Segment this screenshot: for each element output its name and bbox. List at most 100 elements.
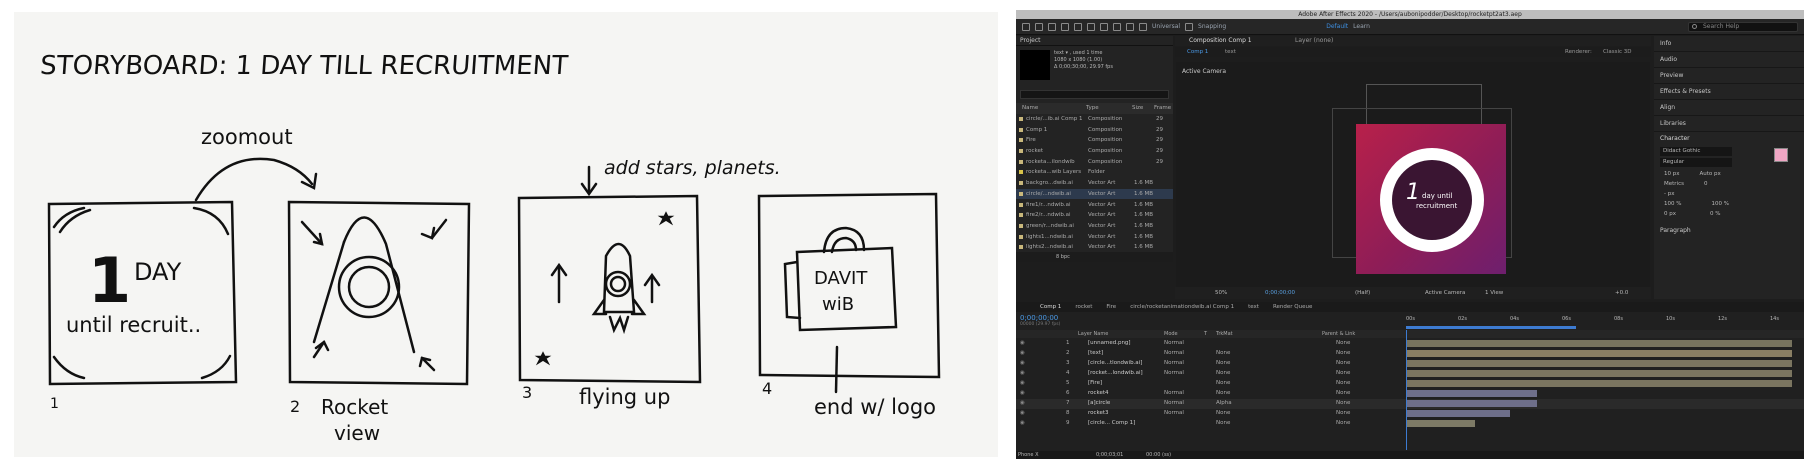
layer-parent[interactable]: None [1336,389,1350,399]
layer-mode[interactable]: Normal [1164,349,1184,359]
visibility-eye-icon[interactable]: ◉ [1020,369,1025,379]
search-help-field[interactable]: Search Help [1688,21,1798,32]
layer-row[interactable]: ◉ 1 [unnamed.png] Normal None [1016,339,1804,349]
layer-parent[interactable]: None [1336,379,1350,389]
layer-duration-bar[interactable] [1406,340,1792,347]
layer-duration-bar[interactable] [1406,380,1792,387]
visibility-eye-icon[interactable]: ◉ [1020,349,1025,359]
project-item[interactable]: fire2/r...ndwib.ai Vector Art 1.6 MB [1016,210,1173,221]
tsume-value[interactable]: 0 % [1710,211,1720,217]
layer-trkmat[interactable]: None [1216,349,1230,359]
tracking-value[interactable]: 0 [1704,181,1708,187]
layer-name[interactable]: rocket3 [1088,409,1109,419]
col-mode[interactable]: Mode [1164,330,1178,338]
right-panel-align[interactable]: Align [1654,100,1804,116]
visibility-eye-icon[interactable]: ◉ [1020,339,1025,349]
layer-parent[interactable]: None [1336,419,1350,429]
layer-trkmat[interactable]: None [1216,379,1230,389]
project-item[interactable]: backgro...dwib.ai Vector Art 1.6 MB [1016,178,1173,189]
layer-name[interactable]: [rocket...londwib.ai] [1088,369,1143,379]
snapping-checkbox[interactable] [1185,22,1194,31]
pen-tool-icon[interactable] [1100,22,1108,31]
work-area-bar[interactable] [1406,326,1576,329]
viewer-quality[interactable]: (Half) [1355,287,1370,299]
vscale-value[interactable]: 100 % [1664,201,1681,207]
layer-parent[interactable]: None [1336,349,1350,359]
layer-trkmat[interactable]: None [1216,419,1230,429]
timeline-timecode[interactable]: 0;00;00;00 [1020,314,1058,322]
viewer-zoom[interactable]: 50% [1215,287,1227,299]
layer-trkmat[interactable]: None [1216,359,1230,369]
playhead[interactable] [1406,330,1407,450]
project-item[interactable]: rocket Composition 29 [1016,146,1173,157]
brush-tool-icon[interactable] [1126,22,1134,31]
layer-parent[interactable]: None [1336,399,1350,409]
layer-name[interactable]: [unnamed.png] [1088,339,1131,349]
col-parent[interactable]: Parent & Link [1322,330,1355,338]
project-item[interactable]: rocketa...wib Layers Folder [1016,167,1173,178]
layer-name[interactable]: [a]circle [1088,399,1110,409]
workspace-learn[interactable]: Learn [1353,23,1370,30]
layer-row[interactable]: ◉ 5 [Fire] None None [1016,379,1804,389]
orbit-tool-icon[interactable] [1074,22,1082,31]
visibility-eye-icon[interactable]: ◉ [1020,389,1025,399]
layer-duration-bar[interactable] [1406,360,1792,367]
layer-duration-bar[interactable] [1406,420,1476,427]
bpc-label[interactable]: 8 bpc [1056,254,1070,260]
layer-name[interactable]: [circle... Comp 1] [1088,419,1135,429]
subtab-text[interactable]: text [1225,47,1236,57]
stroke-value[interactable]: - px [1654,189,1804,199]
selection-tool-icon[interactable] [1035,22,1043,31]
visibility-eye-icon[interactable]: ◉ [1020,359,1025,369]
layer-row[interactable]: ◉ 8 rocket3 Normal None None [1016,409,1804,419]
viewer-exposure[interactable]: +0.0 [1615,287,1628,299]
project-item[interactable]: circle/...ib.ai Comp 1 Composition 29 [1016,114,1173,125]
visibility-eye-icon[interactable]: ◉ [1020,379,1025,389]
universal-label[interactable]: Universal [1152,23,1180,30]
layer-trkmat[interactable]: Alpha [1216,399,1232,409]
renderer-value[interactable]: Classic 3D [1603,47,1632,57]
col-type[interactable]: Type [1086,105,1132,111]
layer-row[interactable]: ◉ 2 [text] Normal None None [1016,349,1804,359]
paragraph-header[interactable]: Paragraph [1654,219,1804,234]
composition-viewer[interactable]: Active Camera 1 day until recruitment [1176,62,1650,287]
layer-duration-bar[interactable] [1406,400,1538,407]
visibility-eye-icon[interactable]: ◉ [1020,399,1025,409]
font-style-select[interactable]: Regular [1660,158,1732,167]
layer-duration-bar[interactable] [1406,350,1792,357]
zoom-tool-icon[interactable] [1061,22,1069,31]
right-panel-audio[interactable]: Audio [1654,52,1804,68]
visibility-eye-icon[interactable]: ◉ [1020,419,1025,429]
layer-row[interactable]: ◉ 4 [rocket...londwib.ai] Normal None None [1016,369,1804,379]
layer-trkmat[interactable]: None [1216,389,1230,399]
layer-mode[interactable]: Normal [1164,359,1184,369]
layer-parent[interactable]: None [1336,369,1350,379]
layer-trkmat[interactable]: None [1216,409,1230,419]
timeline-tab[interactable]: rocket [1075,302,1092,312]
col-name[interactable]: Name [1016,105,1086,111]
project-search-input[interactable] [1020,90,1169,99]
right-panel-preview[interactable]: Preview [1654,68,1804,84]
right-panel-info[interactable]: Info [1654,36,1804,52]
project-item[interactable]: fire1/r...ndwib.ai Vector Art 1.6 MB [1016,199,1173,210]
viewer-camera[interactable]: Active Camera [1425,287,1465,299]
project-panel-header[interactable]: Project [1016,36,1173,46]
font-family-select[interactable]: Didact Gothic [1660,147,1732,156]
layer-name[interactable]: rocket4 [1088,389,1109,399]
leading-value[interactable]: Auto px [1700,171,1721,177]
baseline-value[interactable]: 0 px [1664,211,1676,217]
layer-parent[interactable]: None [1336,359,1350,369]
timeline-tab[interactable]: Render Queue [1273,302,1312,312]
layer-trkmat[interactable]: None [1216,369,1230,379]
col-frame[interactable]: Frame [1154,105,1171,111]
viewer-time[interactable]: 0;00;00;00 [1265,287,1295,299]
comp-panel-title[interactable]: Composition Comp 1 [1175,37,1252,44]
hand-tool-icon[interactable] [1048,22,1056,31]
col-layer-name[interactable]: Layer Name [1078,330,1108,338]
layer-mode[interactable]: Normal [1164,339,1184,349]
layer-duration-bar[interactable] [1406,390,1538,397]
layer-mode[interactable]: Normal [1164,389,1184,399]
kerning-value[interactable]: Metrics [1664,181,1684,187]
col-size[interactable]: Size [1132,105,1154,111]
layer-parent[interactable]: None [1336,409,1350,419]
